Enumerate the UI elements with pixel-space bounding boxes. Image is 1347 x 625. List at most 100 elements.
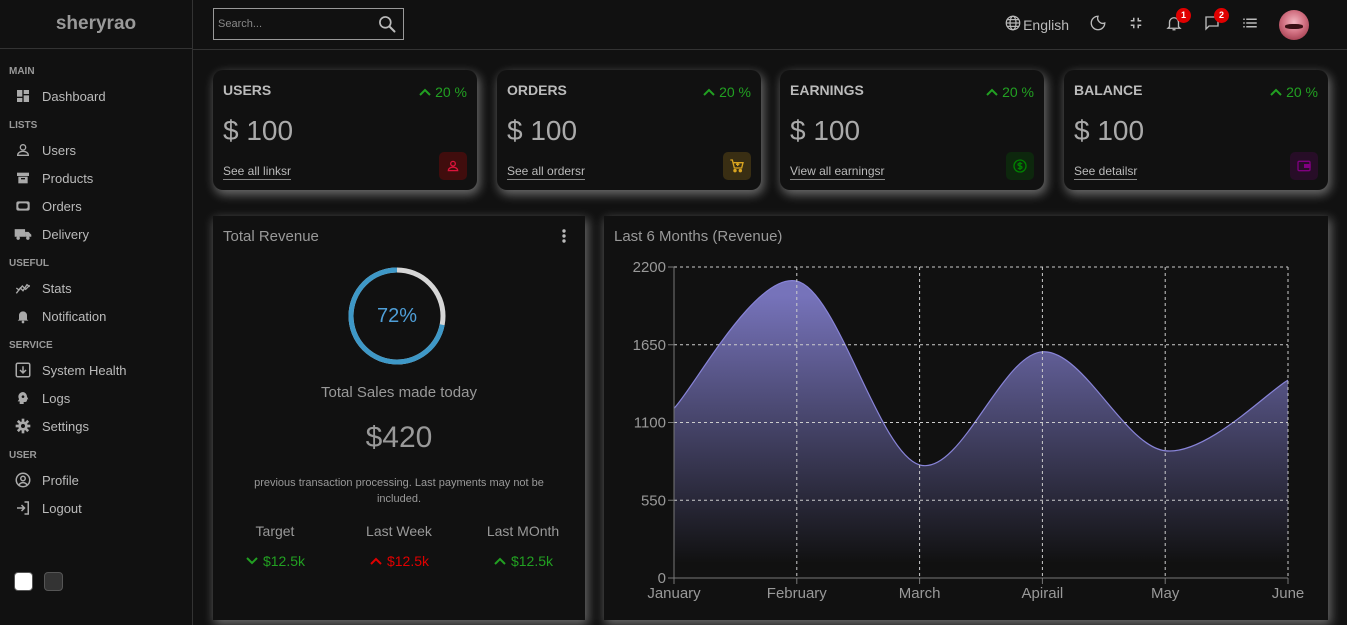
logo-container: sheryrao <box>0 0 192 49</box>
widget-percentage: 20 % <box>702 84 751 100</box>
topbar: English 1 2 <box>193 0 1347 50</box>
featured-panel: Total Revenue 72% Total Sales made today… <box>213 216 585 620</box>
sidebar-item-users[interactable]: Users <box>9 136 192 164</box>
money-icon[interactable] <box>1006 152 1034 180</box>
sidebar-item-logout[interactable]: Logout <box>9 494 192 522</box>
search-input[interactable] <box>218 18 368 30</box>
featured-title: Total Revenue <box>223 228 319 245</box>
chevron-up-icon <box>493 553 507 569</box>
gear-icon <box>14 417 32 435</box>
avatar[interactable] <box>1279 10 1309 40</box>
x-tick-label: January <box>647 585 701 602</box>
shopping-cart-icon[interactable] <box>723 152 751 180</box>
notifications-button[interactable]: 1 <box>1165 7 1191 37</box>
chevron-up-icon <box>418 84 432 100</box>
widget-users: USERS 20 % $ 100 See all linksr <box>213 70 477 190</box>
sidebar-item-label: Logout <box>42 500 82 516</box>
search-icon[interactable] <box>377 14 397 39</box>
widget-title: BALANCE <box>1074 82 1143 98</box>
sidebar-item-orders[interactable]: Orders <box>9 192 192 220</box>
widget-percentage-value: 20 % <box>719 84 751 100</box>
chevron-up-icon <box>985 84 999 100</box>
account-circle-icon <box>14 471 32 489</box>
summary-item-value: $12.5k <box>461 553 585 569</box>
x-tick-label: February <box>767 585 828 602</box>
sidebar-item-profile[interactable]: Profile <box>9 466 192 494</box>
chevron-up-icon <box>1269 84 1283 100</box>
widget-title: USERS <box>223 82 272 98</box>
area-fill <box>674 280 1288 578</box>
progress-label: 72% <box>376 304 418 327</box>
y-tick-label: 2200 <box>633 259 666 276</box>
dark-mode-toggle[interactable] <box>1089 14 1107 37</box>
summary-item-last-month: Last MOnth $12.5k <box>461 523 585 569</box>
theme-swatch-light[interactable] <box>14 572 33 591</box>
x-tick-label: March <box>899 585 941 602</box>
widget-link[interactable]: See all ordersr <box>507 164 586 180</box>
sidebar-item-system-health[interactable]: System Health <box>9 356 192 384</box>
summary-item-title: Last Week <box>366 523 432 539</box>
featured-summary: Target $12.5k Last Week $12.5k Last MOnth $12… <box>213 523 585 569</box>
messages-button[interactable]: 2 <box>1203 7 1229 37</box>
widget-value: $ 100 <box>507 115 578 146</box>
widget-value: $ 100 <box>223 115 294 146</box>
revenue-area-chart: 0550110016502200January February March Apir… <box>633 259 1305 602</box>
list-menu-button[interactable] <box>1241 14 1259 37</box>
x-tick-label: June <box>1272 585 1305 602</box>
summary-item-value: $12.5k <box>337 553 461 569</box>
summary-item-title: Target <box>255 523 295 539</box>
y-tick-label: 1650 <box>633 337 666 354</box>
wallet-icon[interactable] <box>1290 152 1318 180</box>
widget-percentage-value: 20 % <box>1286 84 1318 100</box>
sidebar-item-notification[interactable]: Notification <box>9 302 192 330</box>
y-tick-label: 1100 <box>634 415 666 432</box>
widget-percentage: 20 % <box>418 84 467 100</box>
notifications-badge: 1 <box>1176 7 1191 23</box>
menu-section-title: MAIN <box>9 66 35 77</box>
store-icon <box>14 169 32 187</box>
widget-link[interactable]: See all linksr <box>223 164 292 180</box>
sidebar-item-stats[interactable]: Stats <box>9 274 192 302</box>
sidebar-menu: MAIN Dashboard LISTS Users Products Orders Del… <box>0 49 192 522</box>
summary-item-value: $12.5k <box>213 553 337 569</box>
widget-link[interactable]: See detailsr <box>1074 164 1138 180</box>
fullscreen-exit-button[interactable] <box>1127 14 1145 37</box>
person-outline-icon[interactable] <box>439 152 467 180</box>
search-box <box>213 8 404 40</box>
list-icon <box>1241 14 1259 37</box>
summary-item-target: Target $12.5k <box>213 523 337 569</box>
widget-earnings: EARNINGS 20 % $ 100 View all earningsr <box>780 70 1044 190</box>
progress-ring: 72% <box>347 266 447 366</box>
more-vert-icon[interactable] <box>557 228 571 249</box>
logo[interactable]: sheryrao <box>56 13 136 35</box>
summary-item-amount: $12.5k <box>386 553 430 569</box>
credit-card-icon <box>14 197 32 215</box>
language-selector[interactable]: English <box>1004 14 1069 37</box>
sidebar-item-products[interactable]: Products <box>9 164 192 192</box>
sidebar-item-delivery[interactable]: Delivery <box>9 220 192 248</box>
sidebar-item-settings[interactable]: Settings <box>9 412 192 440</box>
sidebar-item-label: Users <box>42 142 76 158</box>
truck-icon <box>14 225 32 243</box>
revenue-chart-panel: Last 6 Months (Revenue) 0 550 1100 1650 2200… <box>604 216 1328 620</box>
theme-swatch-dark[interactable] <box>44 572 63 591</box>
chevron-up-icon <box>369 553 383 569</box>
widget-percentage-value: 20 % <box>1002 84 1034 100</box>
sidebar: sheryrao MAIN Dashboard LISTS Users Products… <box>0 0 193 625</box>
language-icon <box>1004 14 1022 37</box>
widget-percentage-value: 20 % <box>435 84 467 100</box>
sidebar-item-logs[interactable]: Logs <box>9 384 192 412</box>
widget-value: $ 100 <box>790 115 861 146</box>
topbar-items: English 1 2 <box>984 7 1309 40</box>
stats-icon <box>14 279 32 297</box>
moon-icon <box>1089 14 1107 37</box>
sidebar-item-label: System Health <box>42 362 127 378</box>
menu-section-title: USEFUL <box>9 258 49 269</box>
widget-link[interactable]: View all earningsr <box>790 164 885 180</box>
widget-title: EARNINGS <box>790 82 864 98</box>
widget-percentage: 20 % <box>985 84 1034 100</box>
sidebar-item-label: Settings <box>42 418 89 434</box>
sidebar-item-dashboard[interactable]: Dashboard <box>9 82 192 110</box>
language-label: English <box>1023 17 1069 33</box>
widget-percentage: 20 % <box>1269 84 1318 100</box>
